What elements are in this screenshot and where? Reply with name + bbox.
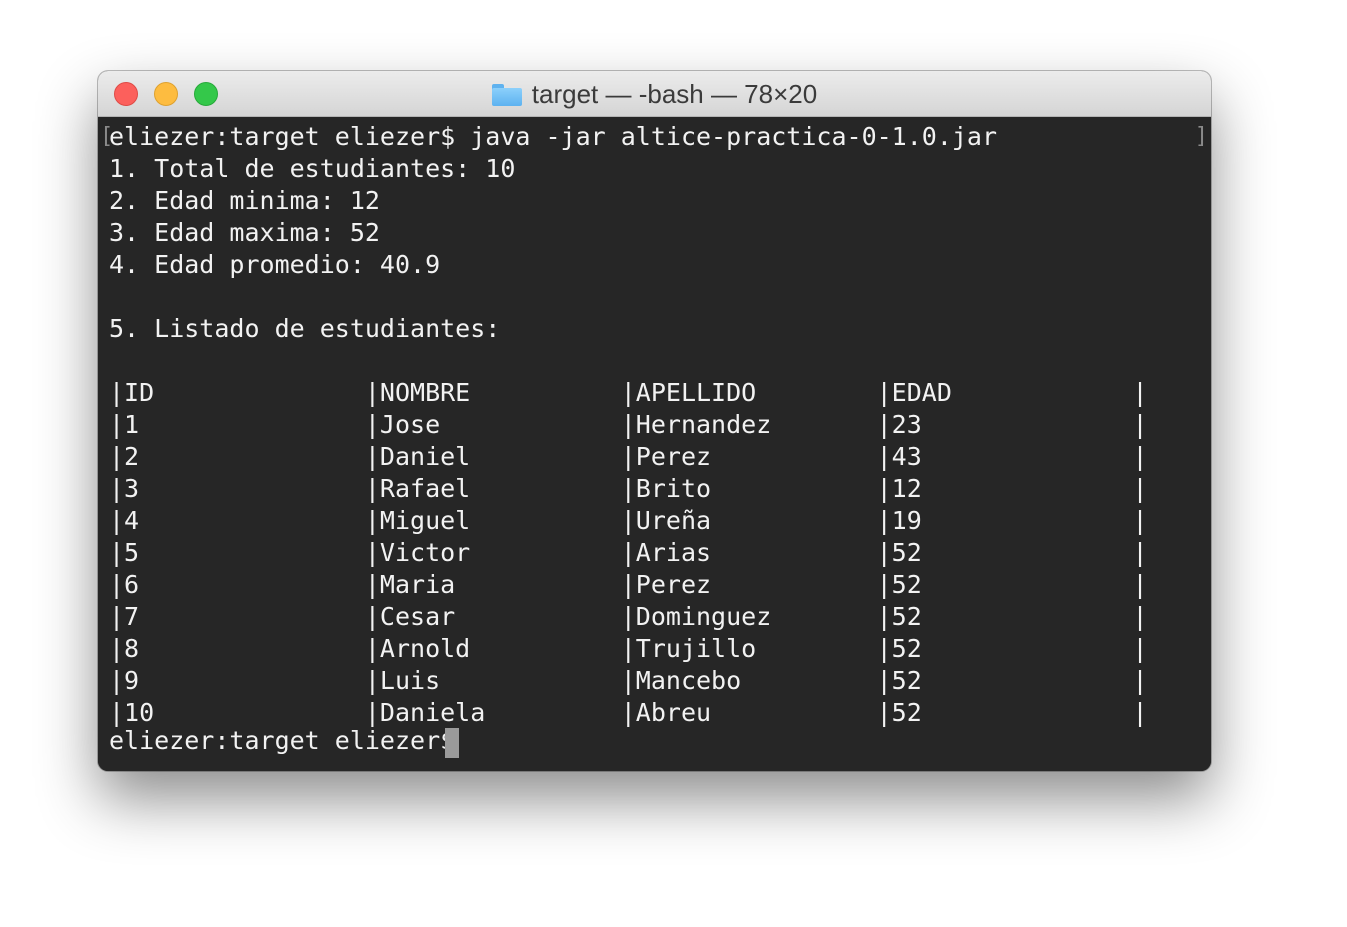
output-line: |8 |Arnold |Trujillo |52 | [109,634,1148,663]
output-line: 4. Edad promedio: 40.9 [109,250,441,279]
output-line: |3 |Rafael |Brito |12 | [109,474,1148,503]
output-line: 2. Edad minima: 12 [109,186,380,215]
command-line: eliezer:target eliezer$ java -jar altice… [109,122,998,151]
output-line: |7 |Cesar |Dominguez |52 | [109,602,1148,631]
mark-bracket-open: [ [100,124,114,149]
output-line: |2 |Daniel |Perez |43 | [109,442,1148,471]
terminal-content[interactable]: eliezer:target eliezer$ java -jar altice… [98,117,1211,771]
output-line: 1. Total de estudiantes: 10 [109,154,516,183]
output-line: 3. Edad maxima: 52 [109,218,380,247]
output-line: |5 |Victor |Arias |52 | [109,538,1148,567]
output-line: |9 |Luis |Mancebo |52 | [109,666,1148,695]
text-cursor [445,728,459,758]
mark-bracket-close: ] [1194,124,1208,149]
output-line: 5. Listado de estudiantes: [109,314,501,343]
output-line: |6 |Maria |Perez |52 | [109,570,1148,599]
command-prompt: eliezer:target eliezer$ [109,726,471,755]
title-bar[interactable]: target — -bash — 78×20 [98,71,1211,117]
output-line: |1 |Jose |Hernandez |23 | [109,410,1148,439]
folder-icon [491,84,522,106]
window-title-text: target — -bash — 78×20 [531,78,818,109]
output-line: |ID |NOMBRE |APELLIDO |EDAD | [109,378,1148,407]
window-title: target — -bash — 78×20 [98,71,1211,117]
terminal-window: target — -bash — 78×20 eliezer:target el… [98,71,1211,771]
output-line: |4 |Miguel |Ureña |19 | [109,506,1148,535]
